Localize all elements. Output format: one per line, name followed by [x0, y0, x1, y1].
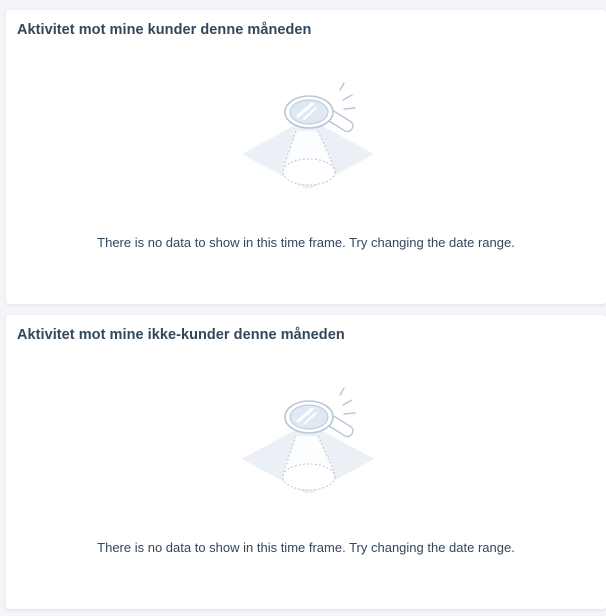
- card-title: Aktivitet mot mine ikke-kunder denne mån…: [17, 327, 345, 343]
- magnifying-glass-spotlight-icon: [242, 82, 374, 188]
- magnifying-glass-spotlight-icon: [242, 387, 374, 493]
- card-title: Aktivitet mot mine kunder denne måneden: [17, 22, 312, 38]
- empty-state-message: There is no data to show in this time fr…: [97, 540, 515, 555]
- report-card-customers: Aktivitet mot mine kunder denne måneden: [6, 10, 606, 304]
- dashboard: Aktivitet mot mine kunder denne måneden: [0, 0, 606, 616]
- empty-state-message: There is no data to show in this time fr…: [97, 235, 515, 250]
- report-card-non-customers: Aktivitet mot mine ikke-kunder denne mån…: [6, 315, 606, 609]
